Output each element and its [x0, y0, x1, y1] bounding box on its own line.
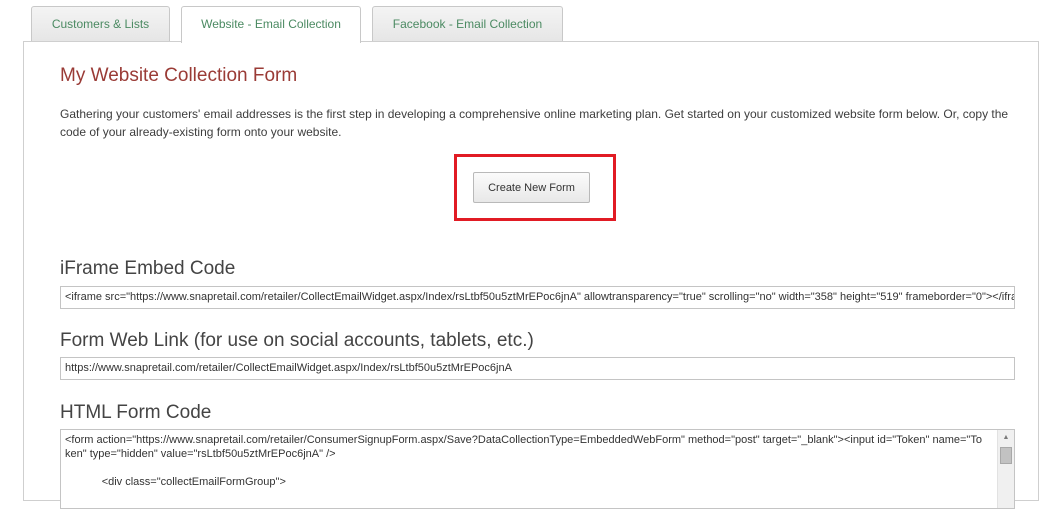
iframe-embed-code-field[interactable]: <iframe src="https://www.snapretail.com/…	[60, 286, 1015, 309]
form-web-link-label: Form Web Link (for use on social account…	[60, 330, 534, 351]
html-form-code-textarea[interactable]: <form action="https://www.snapretail.com…	[60, 429, 1015, 509]
iframe-embed-code-label: iFrame Embed Code	[60, 258, 236, 279]
scroll-thumb[interactable]	[1000, 447, 1012, 464]
tab-website-email-collection[interactable]: Website - Email Collection	[181, 6, 361, 43]
html-form-code-text: <form action="https://www.snapretail.com…	[65, 434, 982, 488]
scroll-up-arrow-icon[interactable]: ▲	[998, 431, 1014, 445]
page-title: My Website Collection Form	[60, 65, 298, 86]
content-panel: My Website Collection Form Gathering you…	[23, 41, 1039, 509]
tab-customers-lists[interactable]: Customers & Lists	[31, 6, 170, 41]
textarea-scrollbar[interactable]: ▲	[997, 430, 1014, 508]
tab-facebook-email-collection[interactable]: Facebook - Email Collection	[372, 6, 563, 41]
intro-text: Gathering your customers' email addresse…	[60, 107, 1009, 139]
form-web-link-field[interactable]: https://www.snapretail.com/retailer/Coll…	[60, 357, 1015, 380]
create-new-form-button[interactable]: Create New Form	[473, 172, 590, 203]
html-form-code-label: HTML Form Code	[60, 402, 212, 423]
